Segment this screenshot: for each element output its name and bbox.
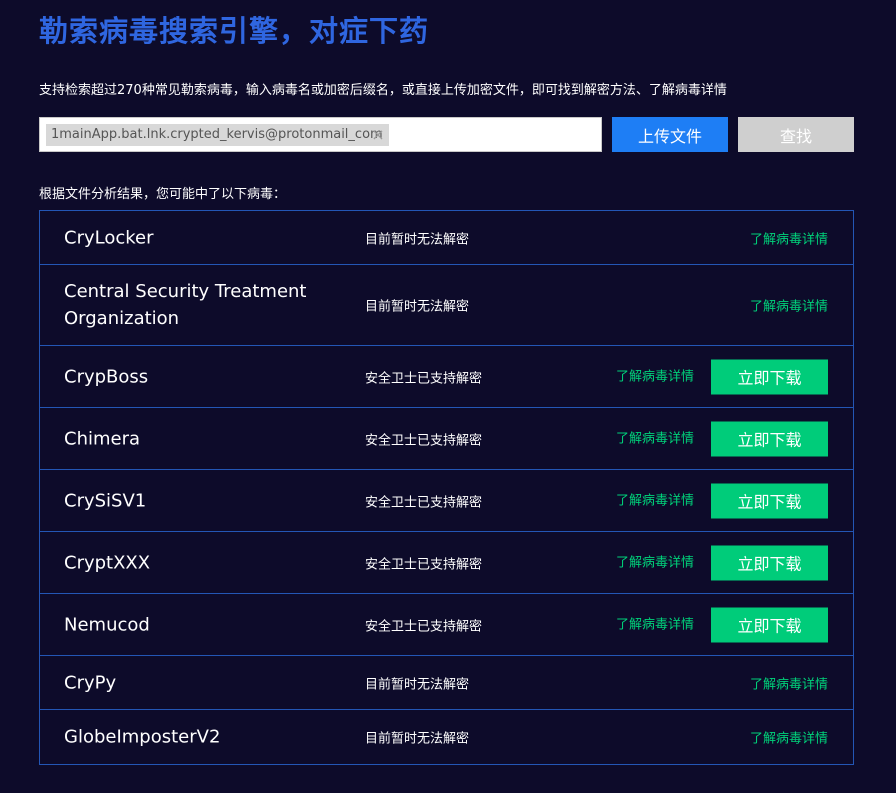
virus-detail-link[interactable]: 了解病毒详情 [616, 427, 694, 446]
virus-detail-link[interactable]: 了解病毒详情 [616, 613, 694, 632]
table-row: CryPy 目前暂时无法解密 了解病毒详情 [40, 656, 853, 710]
page-title: 勒索病毒搜索引擎，对症下药 [39, 14, 430, 48]
table-row: GlobeImposterV2 目前暂时无法解密 了解病毒详情 [40, 710, 853, 764]
table-row: Central Security Treatment Organization … [40, 265, 853, 346]
results-table: CryLocker 目前暂时无法解密 了解病毒详情 Central Securi… [39, 210, 854, 765]
download-decryptor-button[interactable]: 立即下载 [711, 421, 828, 456]
uploaded-file-tag: 1mainApp.bat.lnk.crypted_kervis@protonma… [46, 124, 389, 146]
virus-detail-link[interactable]: 了解病毒详情 [750, 296, 828, 315]
search-button[interactable]: 查找 [738, 117, 854, 152]
virus-detail-link[interactable]: 了解病毒详情 [616, 365, 694, 384]
uploaded-file-name: 1mainApp.bat.lnk.crypted_kervis@protonma… [51, 127, 383, 142]
virus-detail-link[interactable]: 了解病毒详情 [616, 489, 694, 508]
virus-detail-link[interactable]: 了解病毒详情 [750, 228, 828, 247]
virus-name: GlobeImposterV2 [64, 726, 221, 748]
close-icon[interactable]: × [371, 124, 385, 146]
virus-detail-link[interactable]: 了解病毒详情 [750, 673, 828, 692]
page-description: 支持检索超过270种常见勒索病毒，输入病毒名或加密后缀名，或直接上传加密文件，即… [39, 83, 727, 98]
table-row: CrySiSV1 安全卫士已支持解密 了解病毒详情 立即下载 [40, 470, 853, 532]
virus-name: CrySiSV1 [64, 490, 147, 511]
decrypt-status: 安全卫士已支持解密 [365, 495, 483, 510]
virus-name: Central Security Treatment Organization [64, 281, 307, 329]
table-row: Chimera 安全卫士已支持解密 了解病毒详情 立即下载 [40, 408, 853, 470]
decrypt-status: 安全卫士已支持解密 [365, 619, 483, 634]
table-row: CryLocker 目前暂时无法解密 了解病毒详情 [40, 211, 853, 265]
table-row: CryptXXX 安全卫士已支持解密 了解病毒详情 立即下载 [40, 532, 853, 594]
download-decryptor-button[interactable]: 立即下载 [711, 545, 828, 580]
download-decryptor-button[interactable]: 立即下载 [711, 607, 828, 642]
table-row: Nemucod 安全卫士已支持解密 了解病毒详情 立即下载 [40, 594, 853, 656]
decrypt-status: 安全卫士已支持解密 [365, 433, 483, 448]
virus-name: CrypBoss [64, 366, 149, 387]
download-decryptor-button[interactable]: 立即下载 [711, 483, 828, 518]
virus-name: Nemucod [64, 614, 150, 635]
decrypt-status: 目前暂时无法解密 [365, 299, 470, 315]
result-caption: 根据文件分析结果，您可能中了以下病毒： [39, 187, 287, 202]
decrypt-status: 安全卫士已支持解密 [365, 371, 483, 386]
download-decryptor-button[interactable]: 立即下载 [711, 359, 828, 394]
decrypt-status: 目前暂时无法解密 [365, 232, 470, 247]
decrypt-status: 安全卫士已支持解密 [365, 557, 483, 572]
virus-name: CryPy [64, 672, 117, 693]
virus-name: Chimera [64, 428, 141, 449]
virus-name: CryLocker [64, 227, 154, 248]
virus-detail-link[interactable]: 了解病毒详情 [616, 551, 694, 570]
upload-file-button[interactable]: 上传文件 [612, 117, 728, 152]
decrypt-status: 目前暂时无法解密 [365, 731, 470, 747]
search-input[interactable]: 1mainApp.bat.lnk.crypted_kervis@protonma… [39, 117, 602, 152]
virus-name: CryptXXX [64, 552, 151, 573]
virus-detail-link[interactable]: 了解病毒详情 [750, 728, 828, 747]
decrypt-status: 目前暂时无法解密 [365, 677, 470, 692]
table-row: CrypBoss 安全卫士已支持解密 了解病毒详情 立即下载 [40, 346, 853, 408]
